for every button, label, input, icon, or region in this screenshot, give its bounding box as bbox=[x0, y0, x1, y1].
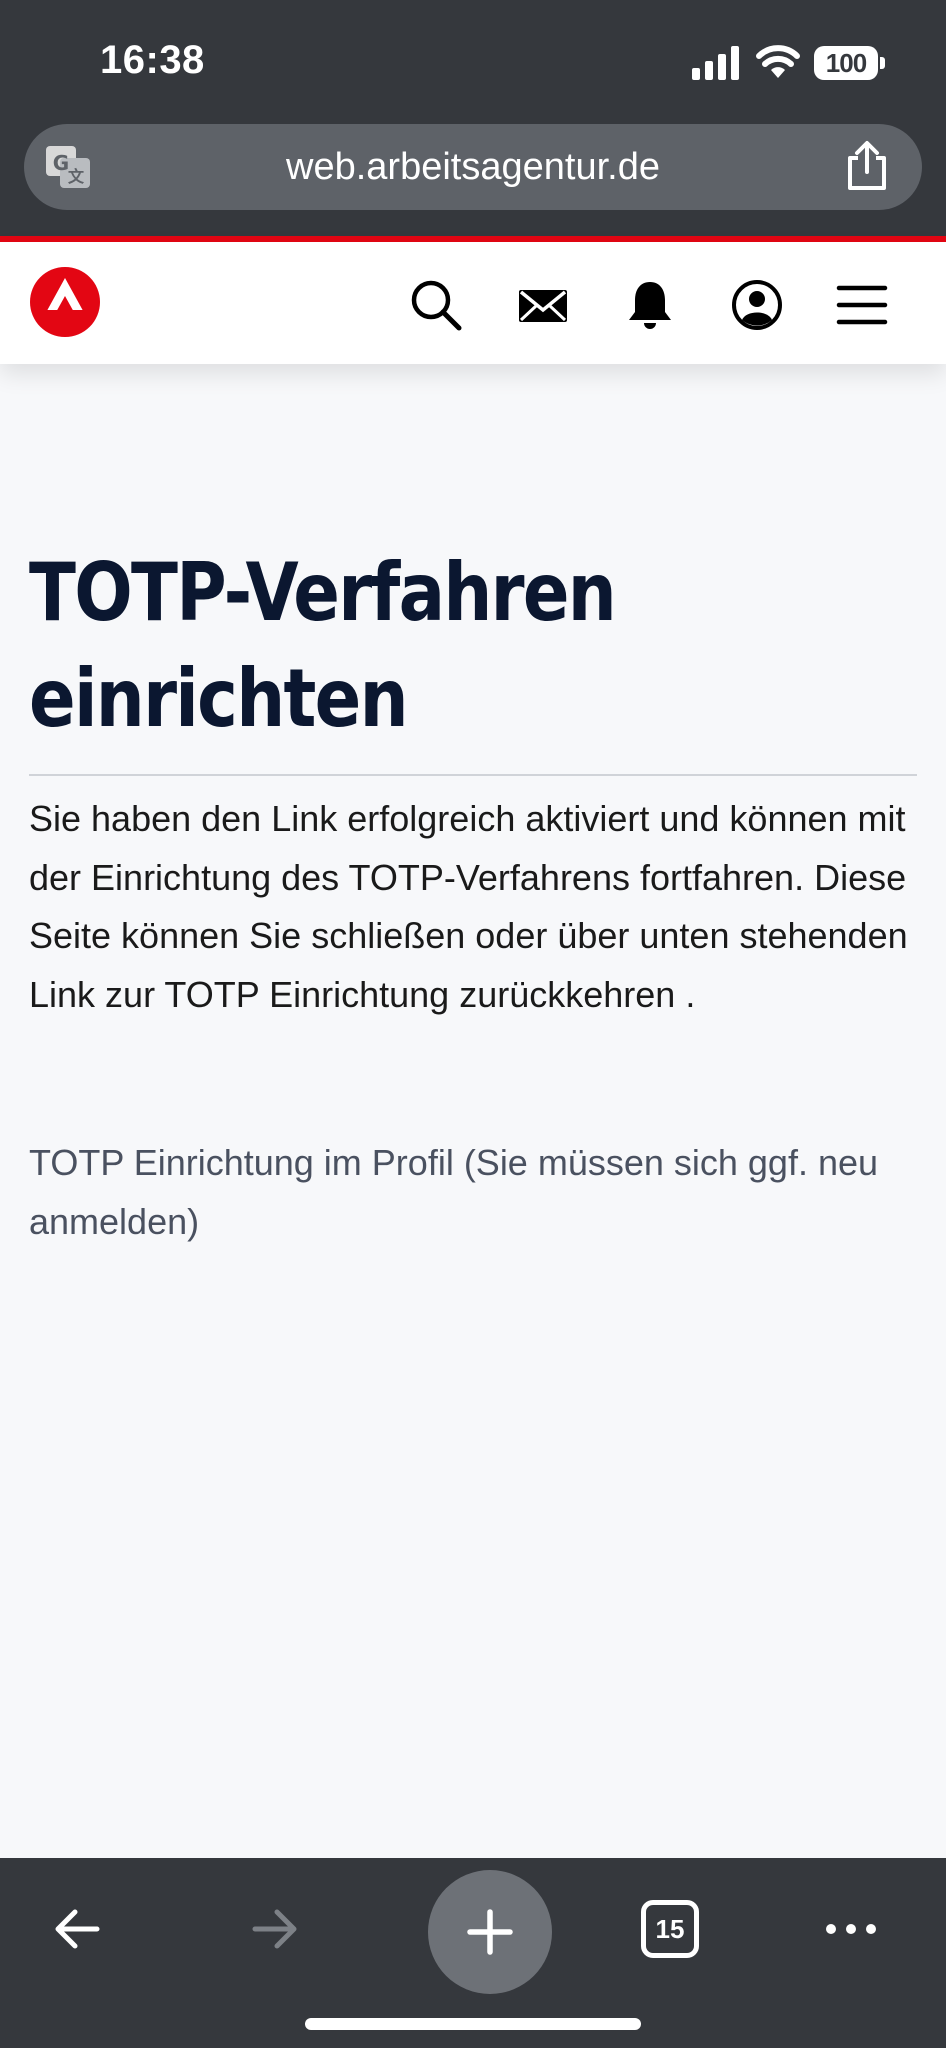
account-icon[interactable] bbox=[730, 278, 784, 332]
tab-switcher-button[interactable]: 15 bbox=[629, 1888, 711, 1970]
main-content: TOTP-Verfahren einrichten Sie haben den … bbox=[29, 540, 917, 1251]
back-button[interactable] bbox=[36, 1888, 118, 1970]
menu-icon[interactable] bbox=[835, 278, 889, 332]
address-bar[interactable]: G 文 web.arbeitsagentur.de bbox=[24, 124, 922, 210]
cellular-signal-icon bbox=[692, 46, 739, 80]
more-options-button[interactable] bbox=[810, 1888, 892, 1970]
share-icon[interactable] bbox=[844, 140, 890, 192]
profile-totp-link[interactable]: TOTP Einrichtung im Profil (Sie müssen s… bbox=[29, 1134, 917, 1251]
title-divider bbox=[29, 774, 917, 776]
mail-icon[interactable] bbox=[516, 278, 570, 332]
forward-button[interactable] bbox=[234, 1888, 316, 1970]
search-icon[interactable] bbox=[409, 278, 463, 332]
wifi-icon bbox=[756, 45, 800, 78]
intro-text: Sie haben den Link erfolgreich aktiviert… bbox=[29, 798, 908, 1015]
more-dots-icon bbox=[826, 1924, 876, 1934]
home-indicator[interactable] bbox=[305, 2018, 641, 2030]
bell-icon[interactable] bbox=[623, 278, 677, 332]
status-time: 16:38 bbox=[100, 38, 205, 82]
browser-top-bar: 16:38 100 G 文 web.arbeitsagentur.de bbox=[0, 0, 946, 236]
new-tab-button[interactable] bbox=[428, 1870, 552, 1994]
arbeitsagentur-logo[interactable] bbox=[29, 266, 101, 338]
page-title: TOTP-Verfahren einrichten bbox=[29, 546, 617, 745]
url-text[interactable]: web.arbeitsagentur.de bbox=[24, 146, 922, 189]
battery-level: 100 bbox=[825, 47, 867, 78]
arrow-left-icon bbox=[55, 1909, 100, 1949]
battery-indicator: 100 bbox=[814, 46, 886, 80]
status-bar: 16:38 100 bbox=[0, 0, 946, 120]
plus-icon bbox=[467, 1909, 513, 1955]
site-header bbox=[0, 242, 946, 364]
arrow-right-icon bbox=[252, 1909, 297, 1949]
browser-bottom-toolbar: 15 bbox=[0, 1858, 946, 2048]
tab-count: 15 bbox=[641, 1900, 699, 1958]
